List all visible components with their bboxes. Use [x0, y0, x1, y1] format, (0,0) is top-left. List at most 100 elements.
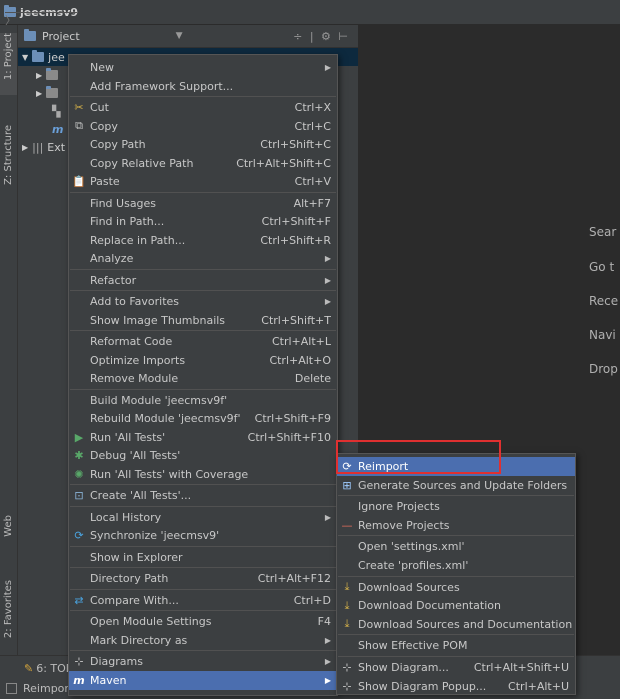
menu-separator — [70, 505, 336, 507]
menu-item-mark-directory-as[interactable]: Mark Directory as ▶ — [69, 631, 337, 650]
menu-item-run-all-tests-with-coverage[interactable]: ✺ Run 'All Tests' with Coverage — [69, 465, 337, 484]
menu-item-remove-module[interactable]: Remove Module Delete — [69, 369, 337, 388]
menu-item-show-image-thumbnails[interactable]: Show Image Thumbnails Ctrl+Shift+T — [69, 311, 337, 330]
menu-item-label: Build Module 'jeecmsv9f' — [90, 393, 228, 407]
panel-toolbar-icons[interactable]: ÷ | ⚙ ⊢ — [293, 30, 350, 43]
menu-separator — [70, 96, 336, 97]
menu-separator — [70, 268, 336, 270]
menu-item-label: Remove Projects — [358, 518, 450, 532]
tab-web[interactable]: Web — [0, 515, 17, 555]
sync-icon: ⟳ — [74, 529, 84, 542]
menu-item-label: Directory Path — [90, 572, 169, 585]
menu-item-ignore-projects[interactable]: Ignore Projects — [337, 497, 575, 516]
menu-item-label: Reformat Code — [90, 335, 173, 348]
menu-item-diagrams[interactable]: ⊹ Diagrams ▶ — [69, 652, 337, 671]
collapse-arrow-icon[interactable]: ▶ — [36, 89, 42, 98]
breadcrumb[interactable]: jeecmsv9 〉 — [4, 4, 78, 27]
menu-item-maven[interactable]: m Maven ▶ — [69, 670, 337, 690]
menu-item-paste[interactable]: 📋 Paste Ctrl+V — [69, 172, 337, 191]
menu-item-open-settings-xml[interactable]: Open 'settings.xml' — [337, 537, 575, 556]
menu-item-shortcut: Ctrl+Alt+Shift+C — [236, 156, 331, 170]
menu-item-download-sources-and-documentation[interactable]: ⤓ Download Sources and Documentation — [337, 615, 575, 634]
tab-structure[interactable]: Z: Structure — [0, 125, 17, 205]
status-toggle-icon[interactable] — [6, 683, 17, 694]
diagram-icon: ⊹ — [342, 679, 352, 693]
cut-icon: ✂ — [74, 101, 84, 114]
tab-project[interactable]: 1: Project — [0, 33, 17, 95]
menu-item-shortcut: Ctrl+V — [294, 175, 331, 188]
menu-item-label: Maven — [90, 673, 127, 687]
menu-item-label: Copy Path — [90, 138, 146, 151]
maven-file-icon: m — [52, 122, 64, 136]
menu-item-reformat-code[interactable]: Reformat Code Ctrl+Alt+L — [69, 332, 337, 351]
expand-arrow-icon[interactable]: ▼ — [22, 53, 28, 62]
menu-item-rebuild-module-jeecmsv9f[interactable]: Rebuild Module 'jeecmsv9f' Ctrl+Shift+F9 — [69, 409, 337, 428]
menu-item-add-to-favorites[interactable]: Add to Favorites ▶ — [69, 292, 337, 311]
menu-item-label: Show Diagram... — [358, 661, 449, 674]
menu-item-replace-in-path[interactable]: Replace in Path... Ctrl+Shift+R — [69, 231, 337, 250]
project-panel-title[interactable]: Project — [42, 30, 80, 43]
menu-item-local-history[interactable]: Local History ▶ — [69, 508, 337, 527]
menu-item-optimize-imports[interactable]: Optimize Imports Ctrl+Alt+O — [69, 351, 337, 370]
menu-item-add-framework-support[interactable]: Add Framework Support... — [69, 77, 337, 96]
menu-item-shortcut: Ctrl+Alt+U — [508, 679, 569, 693]
hint-navigation: Navi — [589, 328, 616, 342]
menu-item-label: Show in Explorer — [90, 550, 183, 564]
submenu-arrow-icon: ▶ — [324, 275, 331, 285]
tab-favorites[interactable]: 2: Favorites — [0, 580, 17, 660]
menu-item-remove-projects[interactable]: — Remove Projects — [337, 516, 575, 535]
menu-item-refactor[interactable]: Refactor ▶ — [69, 271, 337, 290]
menu-item-label: Rebuild Module 'jeecmsv9f' — [90, 412, 241, 425]
menu-item-shortcut: Ctrl+C — [294, 119, 331, 133]
menu-item-directory-path[interactable]: Directory Path Ctrl+Alt+F12 — [69, 569, 337, 588]
menu-item-create-all-tests[interactable]: ⊡ Create 'All Tests'... — [69, 486, 337, 505]
collapse-arrow-icon[interactable]: ▶ — [36, 71, 42, 80]
menu-item-create-profiles-xml[interactable]: Create 'profiles.xml' — [337, 556, 575, 575]
menu-item-shortcut: Ctrl+Shift+F — [261, 215, 331, 228]
menu-item-synchronize-jeecmsv9[interactable]: ⟳ Synchronize 'jeecmsv9' — [69, 526, 337, 545]
todo-tab[interactable]: ✎ 6: TOD — [24, 662, 74, 675]
menu-item-copy[interactable]: ⧉ Copy Ctrl+C — [69, 117, 337, 136]
menu-item-download-documentation[interactable]: ⤓ Download Documentation — [337, 596, 575, 615]
menu-item-copy-relative-path[interactable]: Copy Relative Path Ctrl+Alt+Shift+C — [69, 154, 337, 173]
menu-item-label: Download Sources and Documentation — [358, 617, 573, 631]
hint-goto: Go t — [589, 260, 615, 274]
menu-item-label: Optimize Imports — [90, 353, 186, 367]
menu-item-find-in-path[interactable]: Find in Path... Ctrl+Shift+F — [69, 212, 337, 231]
menu-item-run-all-tests[interactable]: ▶ Run 'All Tests' Ctrl+Shift+F10 — [69, 428, 337, 447]
menu-item-copy-path[interactable]: Copy Path Ctrl+Shift+C — [69, 135, 337, 154]
hint-drop: Drop — [589, 362, 618, 376]
collapse-arrow-icon[interactable]: ▶ — [22, 143, 28, 152]
submenu-arrow-icon: ▶ — [324, 297, 331, 306]
menu-item-show-in-explorer[interactable]: Show in Explorer — [69, 548, 337, 567]
menu-item-show-effective-pom[interactable]: Show Effective POM — [337, 636, 575, 655]
dropdown-chevron-icon[interactable]: ▼ — [176, 31, 183, 41]
context-menu: New ▶ Add Framework Support... ✂ Cut Ctrl+X ⧉ C… — [68, 54, 338, 696]
menu-item-compare-with[interactable]: ⇄ Compare With... Ctrl+D — [69, 591, 337, 610]
menu-item-label: Open 'settings.xml' — [358, 540, 465, 554]
menu-item-build-module-jeecmsv9f[interactable]: Build Module 'jeecmsv9f' — [69, 391, 337, 410]
menu-item-generate-sources-and-update-folders[interactable]: ⊞ Generate Sources and Update Folders — [337, 476, 575, 495]
menu-item-debug-all-tests[interactable]: ✱ Debug 'All Tests' — [69, 446, 337, 465]
hint-search: Sear — [589, 225, 617, 239]
paste-icon: 📋 — [72, 175, 86, 188]
menu-separator — [338, 535, 574, 537]
menu-item-new[interactable]: New ▶ — [69, 58, 337, 77]
menu-item-label: Refactor — [90, 273, 137, 287]
menu-item-label: Download Sources — [358, 580, 460, 594]
copy-icon: ⧉ — [75, 119, 83, 132]
menu-item-label: Paste — [90, 175, 120, 188]
menu-item-show-diagram[interactable]: ⊹ Show Diagram... Ctrl+Alt+Shift+U — [337, 658, 575, 677]
menu-item-analyze[interactable]: Analyze ▶ — [69, 249, 337, 268]
menu-item-cut[interactable]: ✂ Cut Ctrl+X — [69, 98, 337, 117]
menu-item-open-module-settings[interactable]: Open Module Settings F4 — [69, 612, 337, 631]
menu-separator — [70, 290, 336, 291]
menu-item-show-diagram-popup[interactable]: ⊹ Show Diagram Popup... Ctrl+Alt+U — [337, 677, 575, 696]
menu-item-download-sources[interactable]: ⤓ Download Sources — [337, 578, 575, 597]
status-text: Reimpor — [23, 682, 69, 695]
menu-item-find-usages[interactable]: Find Usages Alt+F7 — [69, 194, 337, 213]
maven-icon: m — [73, 673, 85, 687]
menu-separator — [70, 388, 336, 390]
menu-item-shortcut: Ctrl+Alt+O — [269, 353, 331, 367]
menu-separator — [338, 656, 574, 657]
